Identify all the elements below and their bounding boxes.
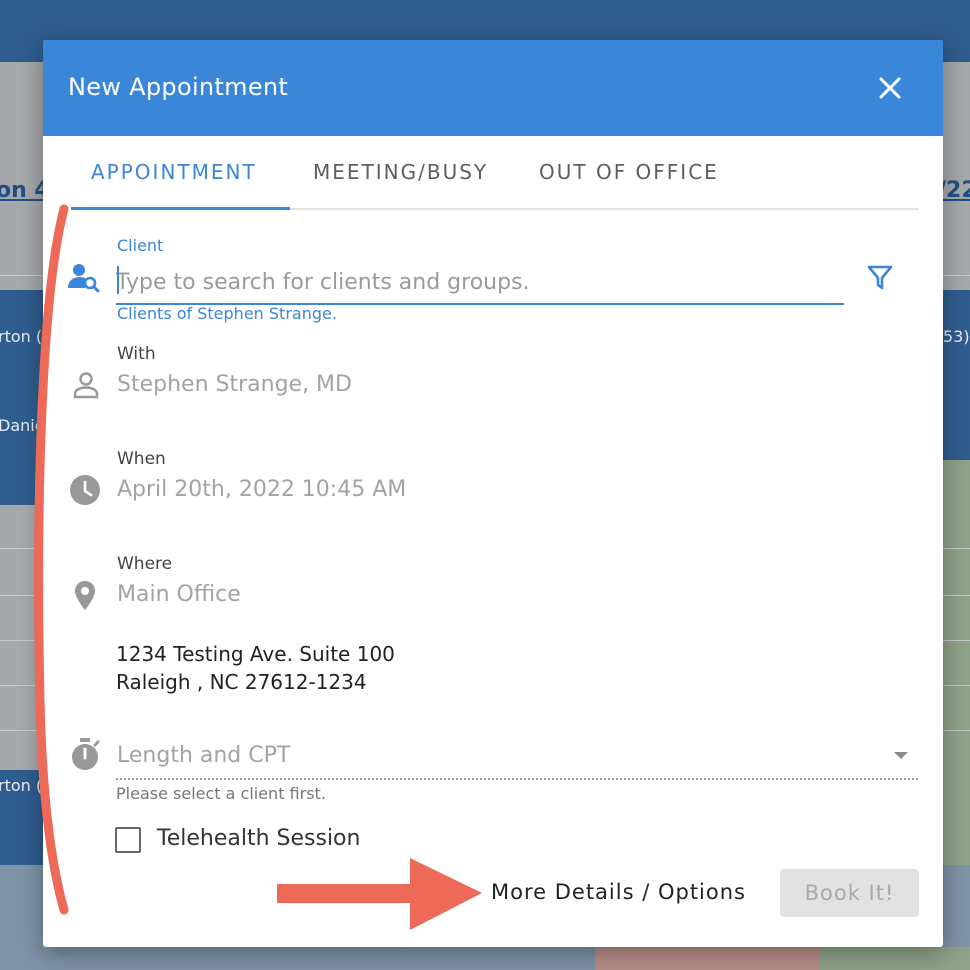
tab-appointment[interactable]: APPOINTMENT [91,160,257,184]
appointment-type-tabs: APPOINTMENT MEETING/BUSY OUT OF OFFICE [71,136,919,210]
tab-meeting-busy[interactable]: MEETING/BUSY [313,160,488,184]
calendar-event-block [595,947,820,970]
when-value[interactable]: April 20th, 2022 10:45 AM [117,477,406,502]
length-cpt-underline [116,778,918,780]
client-helper-text: Clients of Stephen Strange. [117,304,337,323]
with-label: With [117,344,156,364]
person-icon [73,372,99,399]
client-label: Client [117,236,164,255]
where-address: 1234 Testing Ave. Suite 100 Raleigh , NC… [116,640,395,696]
address-line-2: Raleigh , NC 27612-1234 [116,670,367,694]
more-details-options-button[interactable]: More Details / Options [491,880,746,904]
length-cpt-hint: Please select a client first. [116,784,326,803]
address-line-1: 1234 Testing Ave. Suite 100 [116,642,395,666]
calendar-event-block [820,947,970,970]
where-value[interactable]: Main Office [117,582,241,607]
close-button[interactable] [875,73,905,103]
calendar-event-block [943,290,970,460]
text-cursor [117,266,119,294]
dialog-title: New Appointment [68,73,289,101]
active-tab-indicator [71,207,290,210]
telehealth-label[interactable]: Telehealth Session [157,826,360,851]
close-icon [879,77,901,99]
calendar-event-text: 53) [943,327,970,346]
calendar-event-block [0,290,43,505]
when-label: When [117,449,166,469]
filter-icon[interactable] [865,262,895,292]
telehealth-checkbox[interactable] [115,827,141,853]
book-it-button[interactable]: Book It! [780,869,919,917]
calendar-event-text: Danie [0,416,45,435]
person-search-icon [68,264,100,293]
stopwatch-icon [72,738,100,770]
clock-icon [70,475,100,505]
location-pin-icon [75,581,95,610]
where-label: Where [117,554,173,574]
with-value: Stephen Strange, MD [117,372,352,397]
tab-out-of-office[interactable]: OUT OF OFFICE [539,160,719,184]
dialog-header: New Appointment [43,40,943,136]
client-search-input[interactable] [116,265,844,305]
caret-down-icon[interactable] [891,750,911,762]
new-appointment-dialog: New Appointment APPOINTMENT MEETING/BUSY… [43,40,943,947]
length-cpt-select[interactable]: Length and CPT [117,743,290,768]
